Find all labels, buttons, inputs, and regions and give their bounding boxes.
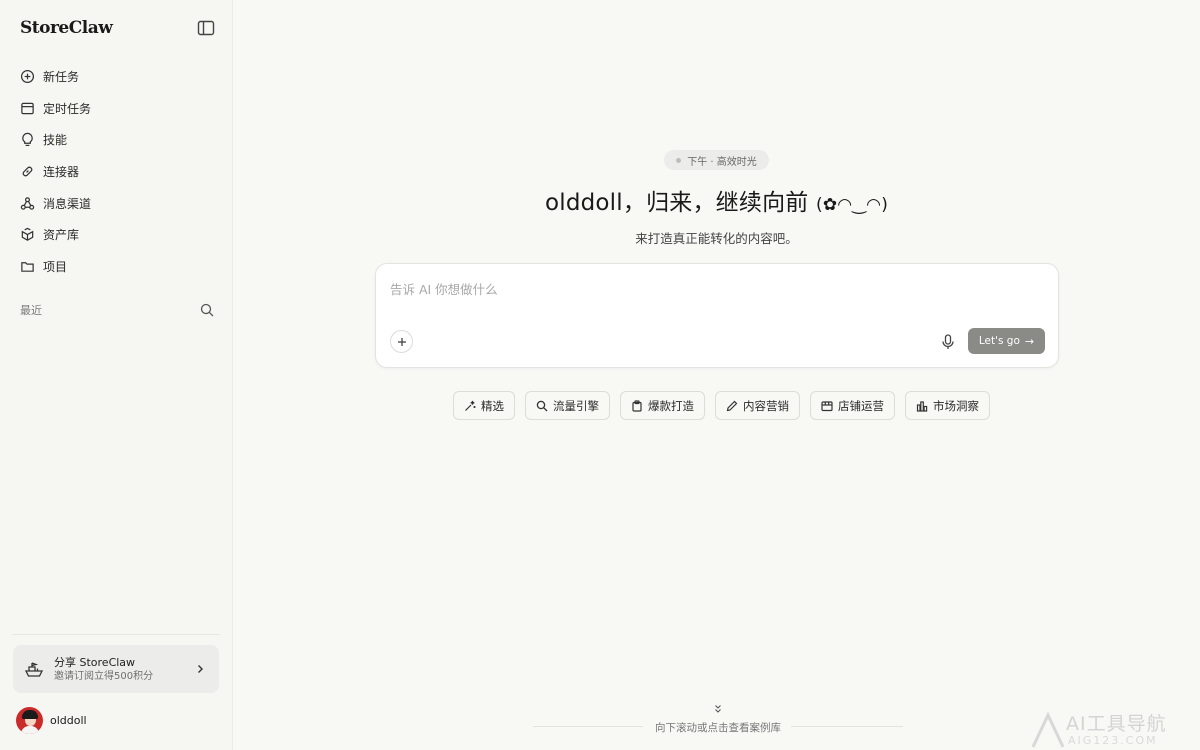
link-icon: [22, 166, 33, 177]
sidebar-item-skills[interactable]: 技能: [12, 124, 222, 156]
scroll-hint-label: 向下滚动或点击查看案例库: [655, 722, 781, 734]
sidebar-item-connectors[interactable]: 连接器: [12, 156, 222, 188]
prompt-box: Let's go →: [375, 263, 1059, 368]
greeting-text: olddoll，归来，继续向前: [544, 190, 809, 216]
chip-label: 流量引擎: [553, 398, 599, 413]
bar-chart-icon: [916, 400, 928, 412]
search-icon: [536, 400, 548, 411]
chip-content-marketing[interactable]: 内容营销: [715, 391, 800, 420]
recent-label: 最近: [20, 304, 42, 317]
brand-logo[interactable]: StoreClaw: [20, 18, 113, 38]
sidebar-item-label: 消息渠道: [43, 196, 92, 211]
add-attachment-button[interactable]: [390, 330, 413, 353]
submit-button[interactable]: Let's go →: [968, 328, 1045, 354]
chip-label: 精选: [481, 398, 504, 413]
plus-circle-icon: [20, 70, 35, 84]
chip-traffic-engine[interactable]: 流量引擎: [525, 391, 610, 420]
sidebar-item-scheduled-tasks[interactable]: 定时任务: [12, 93, 222, 125]
share-card-title: 分享 StoreClaw: [54, 655, 136, 669]
avatar: [16, 706, 43, 734]
double-chevron-down-icon: [715, 705, 721, 713]
gift-ship-icon: [24, 662, 44, 677]
folder-icon: [21, 262, 34, 272]
chip-market-insight[interactable]: 市场洞察: [905, 391, 990, 420]
sidebar-item-label: 定时任务: [43, 101, 92, 116]
chip-label: 内容营销: [743, 398, 789, 413]
greeting-subtitle: 来打造真正能转化的内容吧。: [635, 231, 798, 246]
time-badge: 下午 · 高效时光: [664, 150, 769, 170]
sidebar-nav: 新任务 定时任务 技能 连接器 消息渠道 资产库 项目: [12, 61, 222, 282]
arrow-right-icon: →: [1024, 334, 1035, 348]
greeting-heading: olddoll，归来，继续向前 (✿◠‿◠): [233, 183, 1200, 217]
share-nodes-icon: [20, 196, 35, 210]
chevron-right-icon: [198, 665, 203, 673]
store-icon: [821, 400, 833, 411]
submit-button-label: Let's go: [978, 335, 1020, 347]
time-badge-label: 下午 · 高效时光: [687, 156, 757, 168]
box-icon: [21, 227, 34, 242]
chip-label: 爆款打造: [648, 398, 694, 413]
sidebar-item-projects[interactable]: 项目: [12, 251, 222, 283]
chip-label: 市场洞察: [933, 398, 979, 413]
chip-featured[interactable]: 精选: [453, 391, 515, 420]
username: olddoll: [50, 713, 87, 727]
microphone-icon[interactable]: [941, 334, 955, 350]
search-icon[interactable]: [200, 303, 214, 317]
recent-section-header: 最近: [20, 302, 214, 318]
quick-action-chips: 精选 流量引擎 爆款打造 内容营销 店铺运营 市场洞察: [453, 391, 1000, 420]
prompt-input[interactable]: [390, 279, 1030, 299]
sidebar-item-message-channels[interactable]: 消息渠道: [12, 187, 222, 219]
lightbulb-icon: [22, 133, 33, 147]
sparkle-wand-icon: [465, 400, 476, 411]
clipboard-icon: [632, 399, 642, 412]
calendar-icon: [21, 102, 34, 115]
main-content: 下午 · 高效时光 olddoll，归来，继续向前 (✿◠‿◠) 来打造真正能转…: [233, 0, 1200, 750]
time-badge-dot: [676, 157, 682, 163]
user-profile[interactable]: olddoll: [16, 706, 87, 734]
sidebar-item-asset-library[interactable]: 资产库: [12, 219, 222, 251]
greeting-emoticon: (✿◠‿◠): [815, 195, 889, 215]
sidebar-toggle-icon[interactable]: [197, 20, 215, 36]
sidebar-item-label: 资产库: [43, 228, 80, 243]
pencil-icon: [726, 400, 738, 411]
sidebar-item-label: 新任务: [43, 70, 80, 85]
chip-label: 店铺运营: [838, 398, 884, 413]
sidebar-item-label: 技能: [43, 133, 68, 148]
sidebar-divider: [12, 634, 220, 635]
scroll-hint[interactable]: 向下滚动或点击查看案例库: [533, 704, 903, 735]
share-card-text: 分享 StoreClaw 邀请订阅立得500积分: [54, 655, 195, 684]
share-invite-card[interactable]: 分享 StoreClaw 邀请订阅立得500积分: [13, 645, 219, 693]
sidebar-item-new-task[interactable]: 新任务: [12, 61, 222, 93]
sidebar-item-label: 项目: [43, 259, 68, 274]
sidebar-item-label: 连接器: [43, 165, 80, 180]
sidebar: StoreClaw 新任务 定时任务 技能 连接器 消息渠道 资产库 项目 最近…: [0, 0, 233, 750]
share-card-subtitle: 邀请订阅立得500积分: [54, 670, 154, 682]
chip-hit-product[interactable]: 爆款打造: [620, 391, 705, 420]
plus-icon: [397, 337, 406, 346]
chip-store-operations[interactable]: 店铺运营: [810, 391, 895, 420]
